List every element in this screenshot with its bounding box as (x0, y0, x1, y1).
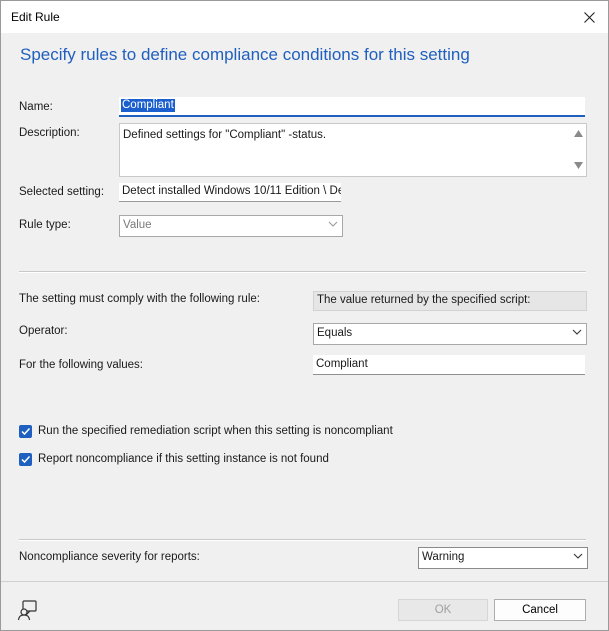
operator-label: Operator: (19, 325, 68, 337)
rule-type-value: Value (123, 219, 152, 231)
section-divider-highlight (19, 272, 586, 273)
feedback-icon[interactable] (17, 599, 39, 621)
close-icon (583, 11, 595, 23)
severity-divider-highlight (19, 540, 586, 541)
footer-divider (1, 581, 608, 582)
scroll-down-icon[interactable] (574, 162, 583, 169)
edit-rule-dialog: Edit Rule Specify rules to define compli… (0, 0, 609, 631)
description-value: Defined settings for "Compliant" -status… (123, 129, 327, 141)
operator-value: Equals (317, 327, 353, 339)
comply-value-field: The value returned by the specified scri… (313, 291, 587, 311)
values-input[interactable]: Compliant (313, 355, 585, 375)
severity-select[interactable]: Warning (418, 547, 588, 569)
window-title: Edit Rule (11, 10, 60, 24)
values-value: Compliant (316, 358, 368, 370)
ok-button[interactable]: OK (398, 599, 488, 621)
severity-value: Warning (422, 551, 465, 563)
cancel-button[interactable]: Cancel (494, 599, 586, 621)
checkmark-icon (21, 427, 31, 436)
remediation-checkbox-label[interactable]: Run the specified remediation script whe… (38, 425, 393, 437)
rule-type-label: Rule type: (19, 219, 71, 231)
checkmark-icon (21, 455, 31, 464)
chevron-down-icon (328, 221, 338, 227)
selected-setting-field: Detect installed Windows 10/11 Edition \… (119, 183, 341, 202)
page-heading: Specify rules to define compliance condi… (20, 45, 470, 64)
name-input[interactable]: Compliant (119, 97, 585, 117)
report-noncompliance-checkbox[interactable] (19, 453, 32, 466)
name-label: Name: (19, 101, 53, 113)
close-button[interactable] (574, 3, 604, 31)
comply-value: The value returned by the specified scri… (317, 294, 531, 306)
description-label: Description: (19, 127, 80, 139)
scroll-up-icon[interactable] (574, 130, 583, 137)
chevron-down-icon (573, 553, 583, 559)
severity-label: Noncompliance severity for reports: (19, 551, 200, 563)
remediation-checkbox[interactable] (19, 425, 32, 438)
chevron-down-icon (572, 329, 582, 335)
title-bar: Edit Rule (1, 1, 608, 33)
selected-setting-value: Detect installed Windows 10/11 Edition \… (122, 185, 341, 197)
description-textarea[interactable]: Defined settings for "Compliant" -status… (119, 123, 587, 177)
report-noncompliance-checkbox-label[interactable]: Report noncompliance if this setting ins… (38, 453, 329, 465)
selected-setting-label: Selected setting: (19, 186, 105, 198)
comply-label: The setting must comply with the followi… (19, 293, 260, 305)
name-value: Compliant (121, 99, 175, 112)
values-label: For the following values: (19, 359, 144, 371)
operator-select[interactable]: Equals (313, 323, 587, 345)
rule-type-select: Value (119, 215, 343, 237)
